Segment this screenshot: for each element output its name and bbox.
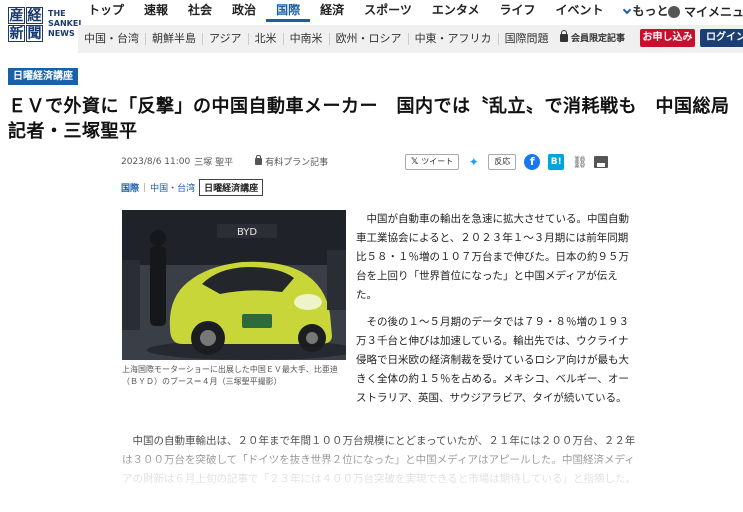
article-meta: 2023/8/6 11:00 三塚 聖平 有料プラン記事 [121, 155, 328, 168]
subnav-international-issues[interactable]: 国際問題 [499, 33, 555, 45]
article-date: 2023/8/6 11:00 [121, 156, 191, 167]
facebook-icon[interactable]: f [524, 154, 541, 170]
nav-event[interactable]: イベント [546, 0, 614, 22]
article-body-continued: 中国の自動車輸出は、２０年まで年間１００万台規模にとどまっていたが、２１年には２… [122, 432, 637, 489]
logo-char: 聞 [26, 24, 43, 42]
logo-char: 産 [8, 6, 25, 24]
logo-char: 経 [26, 6, 43, 24]
nav-top[interactable]: トップ [78, 0, 134, 22]
photo-caption: 上海国際モーターショーに出展した中国ＥＶ最大手、比亜迪（ＢＹＤ）のブース＝４月（… [122, 365, 338, 386]
logo-en-line: NEWS [48, 29, 75, 38]
nav-breaking[interactable]: 速報 [134, 0, 178, 22]
main-nav: トップ 速報 社会 政治 国際 経済 スポーツ エンタメ ライフ イベント もっ… [78, 0, 679, 22]
subnav-latin-america[interactable]: 中南米 [284, 33, 330, 45]
react-label: 反応 [494, 157, 511, 166]
nav-sports[interactable]: スポーツ [354, 0, 422, 22]
article-body: 中国が自動車の輸出を急速に拡大させている。中国自動車工業協会によると、２０２３年… [356, 210, 636, 408]
share-bar: 𝕏 ツイート ✦ 反応 f B! ⛓ [405, 154, 609, 170]
nav-more-label: もっと [632, 4, 669, 18]
paid-plan-text: 有料プラン記事 [265, 158, 329, 168]
link-icon[interactable]: ⛓ [572, 155, 587, 169]
article-photo[interactable]: BYD [122, 210, 346, 360]
nav-entertainment[interactable]: エンタメ [422, 0, 490, 22]
chevron-down-icon [622, 5, 631, 14]
paragraph: 中国が自動車の輸出を急速に拡大させている。中国自動車工業協会によると、２０２３年… [356, 213, 629, 301]
hatena-bookmark-icon[interactable]: B! [548, 154, 565, 170]
twitter-bird-icon: ✦ [468, 154, 479, 169]
subnav-middle-east-africa[interactable]: 中東・アフリカ [409, 33, 499, 45]
logo-kanji: 産 経 新 聞 [8, 6, 43, 42]
user-icon [668, 5, 680, 18]
article-tags: 国際 | 中国・台湾 日曜経済講座 [121, 179, 264, 196]
nav-economy[interactable]: 経済 [310, 0, 354, 22]
paragraph: その後の１～５月期のデータでは７９・８％増の１９３万３千台と伸びは加速している。… [356, 316, 629, 404]
subnav-china-taiwan[interactable]: 中国・台湾 [78, 33, 146, 45]
subnav-north-america[interactable]: 北米 [249, 33, 284, 45]
member-limited-link[interactable]: 会員限定記事 [560, 29, 626, 44]
x-logo-icon: 𝕏 [411, 157, 419, 167]
tag-separator: | [143, 182, 147, 193]
tag-china-taiwan[interactable]: 中国・台湾 [150, 181, 195, 194]
logo-en-line: THE [48, 9, 66, 18]
nav-politics[interactable]: 政治 [222, 0, 266, 22]
subnav-europe-russia[interactable]: 欧州・ロシア [330, 33, 409, 45]
apply-button[interactable]: お申し込み [640, 29, 695, 47]
my-menu-label: マイメニュー [684, 5, 743, 19]
tag-sunday-economy[interactable]: 日曜経済講座 [199, 179, 264, 196]
subnav-asia[interactable]: アジア [203, 33, 249, 45]
lock-icon [560, 29, 568, 42]
nav-life[interactable]: ライフ [490, 0, 546, 22]
my-menu[interactable]: マイメニュー [668, 3, 743, 20]
sankei-logo[interactable]: 産 経 新 聞 THE SANKEI NEWS [8, 4, 81, 44]
login-button[interactable]: ログイン [700, 29, 743, 47]
logo-english: THE SANKEI NEWS [48, 9, 81, 39]
tag-international[interactable]: 国際 [121, 181, 139, 194]
paid-plan-label: 有料プラン記事 [255, 155, 328, 168]
lock-icon [255, 155, 263, 165]
member-limited-label: 会員限定記事 [571, 34, 626, 44]
tweet-button[interactable]: 𝕏 ツイート [405, 154, 460, 170]
nav-society[interactable]: 社会 [178, 0, 222, 22]
tweet-label: ツイート [421, 157, 454, 166]
logo-char: 新 [8, 24, 25, 42]
logo-en-line: SANKEI [48, 19, 82, 28]
nav-international[interactable]: 国際 [266, 0, 311, 22]
react-button[interactable]: 反応 [488, 154, 517, 170]
print-icon[interactable] [594, 156, 609, 168]
byd-car-photo: BYD [122, 210, 346, 360]
category-badge[interactable]: 日曜経済講座 [8, 68, 78, 85]
paragraph: 中国の自動車輸出は、２０年まで年間１００万台規模にとどまっていたが、２１年には２… [122, 435, 636, 485]
article-author[interactable]: 三塚 聖平 [194, 155, 233, 168]
subnav-korea[interactable]: 朝鮮半島 [146, 33, 203, 45]
article-headline: ＥＶで外資に「反撃」の中国自動車メーカー 国内では〝乱立〟で消耗戦も 中国総局記… [8, 96, 730, 142]
svg-text:BYD: BYD [237, 227, 257, 238]
